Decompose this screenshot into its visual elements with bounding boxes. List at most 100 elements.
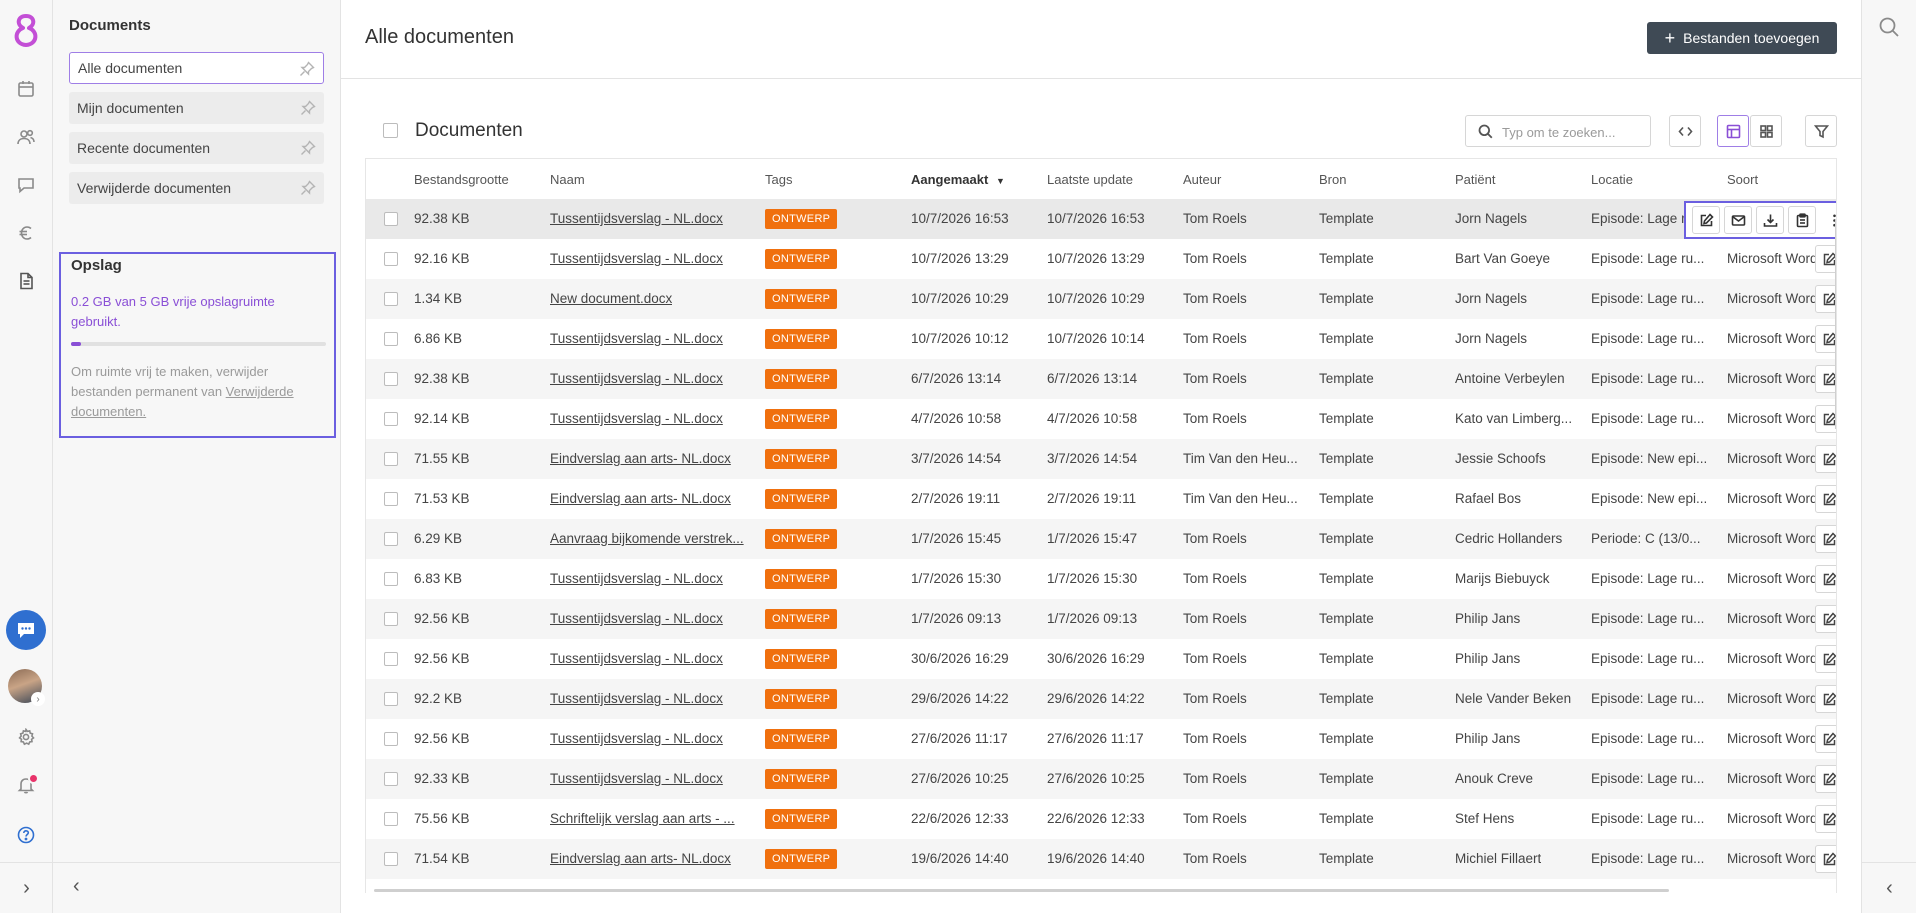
row-edit-button[interactable] — [1815, 405, 1836, 433]
row-checkbox[interactable] — [384, 412, 398, 426]
calendar-icon[interactable] — [14, 77, 38, 101]
row-edit-button[interactable] — [1815, 285, 1836, 313]
chat-icon[interactable] — [14, 173, 38, 197]
table-row[interactable]: 1.34 KB New document.docx 10/7/2026 10:29 1… — [366, 279, 1836, 319]
pin-icon[interactable] — [300, 100, 316, 116]
document-name-link[interactable]: Tussentijdsverslag - NL.docx — [550, 251, 723, 266]
table-row[interactable]: 71.53 KB Eindverslag aan arts- NL.docx 2/7… — [366, 479, 1836, 519]
search-box[interactable] — [1465, 115, 1651, 147]
global-search-button[interactable] — [1878, 16, 1900, 38]
column-header-name[interactable]: Naam — [550, 172, 585, 187]
row-checkbox[interactable] — [384, 332, 398, 346]
row-checkbox[interactable] — [384, 252, 398, 266]
edit-button[interactable] — [1692, 206, 1720, 234]
table-row[interactable]: 92.14 KB Tussentijdsverslag - NL.docx 4/7/… — [366, 399, 1836, 439]
app-logo[interactable] — [10, 12, 42, 52]
row-edit-button[interactable] — [1815, 565, 1836, 593]
table-row[interactable]: 92.56 KB Tussentijdsverslag - NL.docx 1/7/… — [366, 599, 1836, 639]
table-row[interactable]: 92.38 KB Tussentijdsverslag - NL.docx 6/7/… — [366, 359, 1836, 399]
column-header-size[interactable]: Bestandsgrootte — [414, 172, 509, 187]
table-row[interactable]: 92.16 KB Tussentijdsverslag - NL.docx 10/7… — [366, 239, 1836, 279]
row-edit-button[interactable] — [1815, 485, 1836, 513]
pin-icon[interactable] — [299, 61, 315, 77]
row-checkbox[interactable] — [384, 292, 398, 306]
row-checkbox[interactable] — [384, 812, 398, 826]
document-name-link[interactable]: Aanvraag bijkomende verstrek... — [550, 531, 744, 546]
document-name-link[interactable]: Tussentijdsverslag - NL.docx — [550, 211, 723, 226]
nav-item-recente-documenten[interactable]: Recente documenten — [69, 132, 324, 164]
support-chat-button[interactable] — [6, 610, 46, 650]
code-view-button[interactable] — [1669, 115, 1701, 147]
add-files-button[interactable]: + Bestanden toevoegen — [1647, 22, 1837, 54]
collapse-right-rail-button[interactable]: ‹ — [1862, 862, 1916, 913]
table-row[interactable]: 6.86 KB Tussentijdsverslag - NL.docx 10/7/… — [366, 319, 1836, 359]
row-checkbox[interactable] — [384, 692, 398, 706]
euro-icon[interactable] — [14, 221, 38, 245]
document-name-link[interactable]: New document.docx — [550, 291, 672, 306]
document-name-link[interactable]: Eindverslag aan arts- NL.docx — [550, 451, 731, 466]
download-button[interactable] — [1756, 206, 1784, 234]
row-checkbox[interactable] — [384, 572, 398, 586]
column-header-updated[interactable]: Laatste update — [1047, 172, 1133, 187]
document-name-link[interactable]: Tussentijdsverslag - NL.docx — [550, 411, 723, 426]
nav-item-mijn-documenten[interactable]: Mijn documenten — [69, 92, 324, 124]
document-name-link[interactable]: Tussentijdsverslag - NL.docx — [550, 611, 723, 626]
help-icon[interactable] — [14, 823, 38, 847]
table-row[interactable]: 71.54 KB Eindverslag aan arts- NL.docx 19/… — [366, 839, 1836, 879]
row-edit-button[interactable] — [1815, 525, 1836, 553]
row-edit-button[interactable] — [1815, 325, 1836, 353]
table-row[interactable]: 71.55 KB Eindverslag aan arts- NL.docx 3/7… — [366, 439, 1836, 479]
row-checkbox[interactable] — [384, 532, 398, 546]
column-header-author[interactable]: Auteur — [1183, 172, 1221, 187]
table-row[interactable]: 6.83 KB Tussentijdsverslag - NL.docx 1/7/2… — [366, 559, 1836, 599]
row-checkbox[interactable] — [384, 772, 398, 786]
row-edit-button[interactable] — [1815, 725, 1836, 753]
row-checkbox[interactable] — [384, 492, 398, 506]
column-header-tags[interactable]: Tags — [765, 172, 792, 187]
document-name-link[interactable]: Tussentijdsverslag - NL.docx — [550, 771, 723, 786]
document-name-link[interactable]: Tussentijdsverslag - NL.docx — [550, 691, 723, 706]
document-icon[interactable] — [14, 269, 38, 293]
column-header-type[interactable]: Soort — [1727, 172, 1758, 187]
row-edit-button[interactable] — [1815, 245, 1836, 273]
pin-icon[interactable] — [300, 140, 316, 156]
document-name-link[interactable]: Schriftelijk verslag aan arts - ... — [550, 811, 735, 826]
row-edit-button[interactable] — [1815, 445, 1836, 473]
nav-item-verwijderde-documenten[interactable]: Verwijderde documenten — [69, 172, 324, 204]
row-edit-button[interactable] — [1815, 765, 1836, 793]
table-row[interactable]: 75.56 KB Schriftelijk verslag aan arts - … — [366, 799, 1836, 839]
row-edit-button[interactable] — [1815, 605, 1836, 633]
row-checkbox[interactable] — [384, 372, 398, 386]
select-all-checkbox[interactable] — [383, 123, 398, 138]
table-row[interactable]: 6.29 KB Aanvraag bijkomende verstrek... 1/… — [366, 519, 1836, 559]
settings-icon[interactable] — [14, 725, 38, 749]
document-name-link[interactable]: Tussentijdsverslag - NL.docx — [550, 651, 723, 666]
row-edit-button[interactable] — [1815, 645, 1836, 673]
row-edit-button[interactable] — [1815, 845, 1836, 873]
column-header-location[interactable]: Locatie — [1591, 172, 1633, 187]
document-name-link[interactable]: Tussentijdsverslag - NL.docx — [550, 371, 723, 386]
row-edit-button[interactable] — [1815, 365, 1836, 393]
row-checkbox[interactable] — [384, 212, 398, 226]
filter-button[interactable] — [1805, 115, 1837, 147]
table-row[interactable]: 92.2 KB Tussentijdsverslag - NL.docx 29/6/… — [366, 679, 1836, 719]
row-checkbox[interactable] — [384, 732, 398, 746]
horizontal-scrollbar[interactable] — [374, 889, 1669, 892]
table-row[interactable]: 92.33 KB Tussentijdsverslag - NL.docx 27/6… — [366, 759, 1836, 799]
column-header-patient[interactable]: Patiënt — [1455, 172, 1495, 187]
document-name-link[interactable]: Tussentijdsverslag - NL.docx — [550, 331, 723, 346]
collapse-panel-button[interactable]: ‹ — [53, 862, 341, 913]
table-row[interactable]: 92.38 KB Tussentijdsverslag - NL.docx 10/7… — [366, 199, 1836, 239]
column-header-source[interactable]: Bron — [1319, 172, 1346, 187]
row-checkbox[interactable] — [384, 612, 398, 626]
row-edit-button[interactable] — [1815, 685, 1836, 713]
users-icon[interactable] — [14, 125, 38, 149]
pin-icon[interactable] — [300, 180, 316, 196]
avatar-chevron-icon[interactable]: › — [31, 692, 45, 706]
table-row[interactable]: 92.56 KB Tussentijdsverslag - NL.docx 27/6… — [366, 719, 1836, 759]
table-row[interactable]: 92.56 KB Tussentijdsverslag - NL.docx 30/6… — [366, 639, 1836, 679]
document-name-link[interactable]: Eindverslag aan arts- NL.docx — [550, 851, 731, 866]
document-name-link[interactable]: Tussentijdsverslag - NL.docx — [550, 731, 723, 746]
document-name-link[interactable]: Tussentijdsverslag - NL.docx — [550, 571, 723, 586]
column-header-created[interactable]: Aangemaakt ▼ — [911, 172, 1005, 187]
